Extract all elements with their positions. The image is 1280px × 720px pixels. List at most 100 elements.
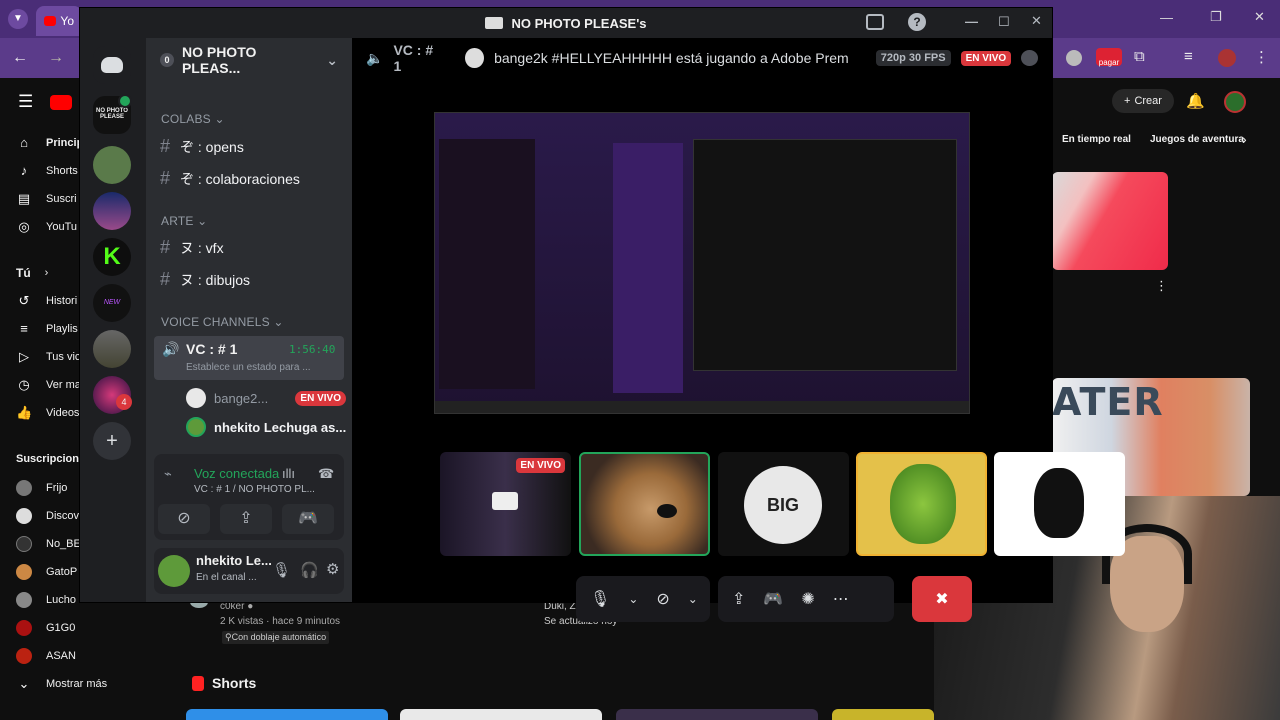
add-server-button[interactable]: + bbox=[93, 422, 131, 460]
sidebar-item-liked[interactable]: 👍 Videos bbox=[16, 403, 82, 423]
channel-dibujos[interactable]: # ヌ : dibujos bbox=[160, 269, 250, 290]
extension-badge-icon[interactable]: pagar bbox=[1096, 48, 1122, 67]
short-thumbnail[interactable] bbox=[400, 709, 602, 720]
discord-home-button[interactable] bbox=[93, 46, 131, 84]
microphone-icon[interactable]: 🎙 bbox=[272, 561, 291, 579]
chip-real-time[interactable]: En tiempo real bbox=[1056, 130, 1137, 152]
participant-tile-dog[interactable] bbox=[579, 452, 710, 556]
participant-tile-big[interactable]: BIG bbox=[718, 452, 849, 556]
sub-item[interactable]: Frijo bbox=[16, 478, 82, 498]
microphone-icon[interactable]: 🎙 bbox=[590, 589, 610, 609]
forward-icon[interactable]: → bbox=[48, 49, 64, 67]
hamburger-icon[interactable]: ☰ bbox=[18, 92, 33, 112]
category-voice-channels[interactable]: VOICE CHANNELS ⌄ bbox=[161, 315, 284, 329]
extensions-icon[interactable]: ⧉ bbox=[1134, 48, 1145, 65]
media-icon[interactable]: ≡ bbox=[1184, 48, 1193, 65]
channel-colaboraciones[interactable]: # ぞ : colaboraciones bbox=[160, 168, 300, 189]
sub-item[interactable]: Discov bbox=[16, 506, 82, 526]
chat-icon[interactable] bbox=[1021, 50, 1038, 66]
soundboard-icon[interactable]: ıllı bbox=[282, 466, 295, 481]
disconnect-icon[interactable]: ☎ bbox=[318, 466, 334, 482]
avatar[interactable] bbox=[158, 555, 190, 587]
activities-icon[interactable]: 🎮 bbox=[763, 589, 783, 609]
server-icon[interactable] bbox=[93, 146, 131, 184]
short-thumbnail[interactable] bbox=[616, 709, 818, 720]
activities-button[interactable]: 🎮 bbox=[282, 504, 334, 534]
headphones-icon[interactable]: 🎧 bbox=[300, 561, 319, 579]
server-icon[interactable] bbox=[93, 192, 131, 230]
sidebar-item-home[interactable]: ⌂ Princip bbox=[16, 133, 82, 153]
voice-status: Establece un estado para ... bbox=[186, 362, 311, 373]
server-kick[interactable]: K bbox=[93, 238, 131, 276]
screen-share-button[interactable]: ⇪ bbox=[220, 504, 272, 534]
participant-tile-bape[interactable] bbox=[994, 452, 1125, 556]
sidebar-item-history[interactable]: ↺ Histori bbox=[16, 291, 82, 311]
voice-channel-vc1[interactable]: 🔊 VC : # 1 1:56:40 Establece un estado p… bbox=[154, 336, 344, 380]
screen-share-icon[interactable]: ⇪ bbox=[732, 589, 745, 609]
profile-avatar[interactable] bbox=[1218, 49, 1236, 67]
menu-icon[interactable]: ⋮ bbox=[1254, 48, 1269, 66]
notifications-icon[interactable]: 🔔 bbox=[1186, 92, 1205, 110]
short-thumbnail[interactable] bbox=[186, 709, 388, 720]
category-arte[interactable]: ARTE ⌄ bbox=[161, 214, 207, 228]
server-new-wave[interactable]: NEW WAVE bbox=[93, 284, 131, 322]
back-icon[interactable]: ← bbox=[12, 49, 28, 67]
inbox-icon[interactable] bbox=[866, 14, 884, 30]
soundboard-icon[interactable]: ✺ bbox=[801, 589, 814, 609]
sidebar-item-youtube-music[interactable]: ◎ YouTu bbox=[16, 217, 82, 237]
voice-member[interactable]: nhekito Lechuga as... bbox=[186, 416, 346, 438]
leave-call-button[interactable]: ✖ bbox=[912, 576, 972, 622]
help-icon[interactable]: ? bbox=[908, 13, 926, 31]
sub-item[interactable]: No_BE bbox=[16, 534, 82, 554]
chevron-down-icon[interactable]: ⌄ bbox=[688, 592, 698, 606]
mention-badge: 4 bbox=[116, 394, 132, 410]
sub-item[interactable]: GatoP bbox=[16, 562, 82, 582]
short-thumbnail[interactable] bbox=[832, 709, 934, 720]
browser-tab[interactable]: Yo bbox=[36, 6, 82, 36]
channel-opens[interactable]: # ぞ : opens bbox=[160, 136, 244, 157]
screen-share-stream[interactable] bbox=[434, 112, 970, 414]
live-badge: EN VIVO bbox=[516, 458, 565, 473]
user-name[interactable]: nhekito Le... bbox=[196, 553, 272, 568]
channel-vfx[interactable]: # ヌ : vfx bbox=[160, 237, 224, 258]
video-toggle-button[interactable]: ⊘ bbox=[158, 504, 210, 534]
sub-item[interactable]: Lucho bbox=[16, 590, 82, 610]
youtube-logo[interactable] bbox=[50, 95, 72, 110]
account-avatar[interactable] bbox=[1224, 91, 1246, 113]
subscriptions-header: Suscripcione bbox=[16, 453, 86, 465]
restore-button[interactable]: ❐ bbox=[1210, 9, 1222, 25]
sidebar-item-shorts[interactable]: ♪ Shorts bbox=[16, 161, 82, 181]
maximize-button[interactable]: ☐ bbox=[998, 14, 1010, 30]
sidebar-you-header[interactable]: Tú › bbox=[16, 263, 82, 283]
minimize-button[interactable]: — bbox=[1160, 10, 1173, 25]
server-header[interactable]: 0 NO PHOTO PLEAS... ⌄ bbox=[146, 38, 352, 82]
more-options-icon[interactable]: ⋯ bbox=[833, 589, 849, 609]
server-icon[interactable] bbox=[93, 330, 131, 368]
sidebar-item-playlists[interactable]: ≡ Playlis bbox=[16, 319, 82, 339]
participant-tile-lettuce[interactable] bbox=[856, 452, 987, 556]
voice-member[interactable]: bange2... EN VIVO bbox=[186, 387, 346, 409]
minimize-button[interactable]: — bbox=[965, 14, 978, 29]
chip-adventure-games[interactable]: Juegos de aventura bbox=[1144, 130, 1250, 152]
settings-gear-icon[interactable]: ⚙ bbox=[326, 560, 339, 578]
close-button[interactable]: ✕ bbox=[1254, 9, 1265, 25]
participant-stream-tile[interactable]: EN VIVO bbox=[440, 452, 571, 556]
video-thumbnail[interactable] bbox=[1052, 172, 1168, 270]
show-more-button[interactable]: ⌄ Mostrar más bbox=[16, 674, 116, 694]
sidebar-item-watch-later[interactable]: ◷ Ver ma bbox=[16, 375, 82, 395]
category-colabs[interactable]: COLABS ⌄ bbox=[161, 112, 225, 126]
tab-list-button[interactable]: ▼ bbox=[8, 9, 28, 29]
sidebar-item-subscriptions[interactable]: ▤ Suscri bbox=[16, 189, 82, 209]
camera-off-icon[interactable]: ⊘ bbox=[656, 589, 669, 609]
sidebar-item-your-videos[interactable]: ▷ Tus vic bbox=[16, 347, 82, 367]
chevron-right-icon[interactable]: › bbox=[1242, 131, 1247, 147]
hash-icon: # bbox=[160, 136, 171, 156]
sub-item[interactable]: G1G0 bbox=[16, 618, 82, 638]
video-channel[interactable]: c0ker ● bbox=[220, 601, 253, 612]
extension-icon[interactable] bbox=[1066, 50, 1082, 66]
more-options-icon[interactable]: ⋮ bbox=[1155, 278, 1168, 294]
chevron-down-icon[interactable]: ⌄ bbox=[628, 592, 638, 606]
sub-item[interactable]: ASAN bbox=[16, 646, 82, 666]
create-button[interactable]: + Crear bbox=[1112, 89, 1174, 113]
close-button[interactable]: ✕ bbox=[1031, 13, 1042, 29]
